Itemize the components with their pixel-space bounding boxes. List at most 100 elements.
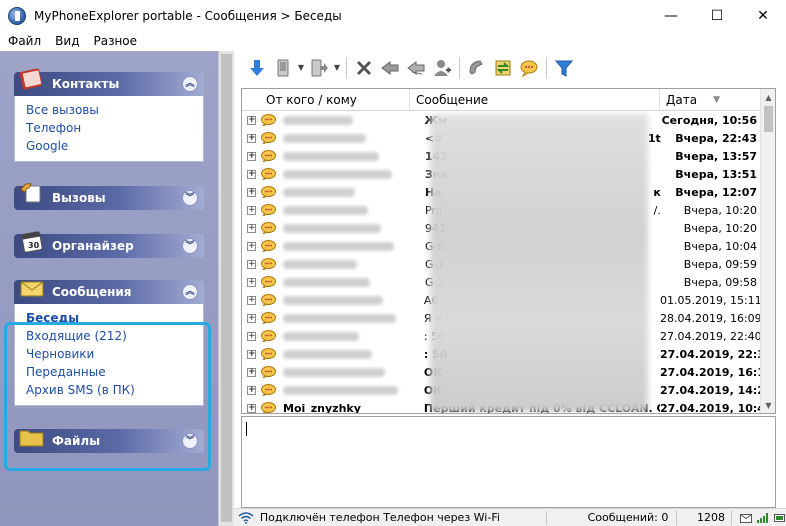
row-expander[interactable]: + [247,385,256,395]
column-header-from[interactable]: От кого / кому [242,89,410,110]
menu-view[interactable]: Вид [48,34,86,48]
group-organizer-header[interactable]: 30 Органайзер ︾ [14,231,204,258]
cell-from [276,276,419,289]
cell-from [276,384,418,397]
row-expander[interactable]: + [247,349,256,359]
delete-icon [356,60,372,75]
row-expander[interactable]: + [247,295,256,305]
cell-date: 28.04.2019, 16:09 [660,311,761,325]
group-calls-header[interactable]: Вызовы ︾ [14,183,204,210]
message-preview-tail: /. [653,203,661,217]
call-button[interactable] [464,55,490,81]
expand-files-button[interactable]: ︾ [182,433,198,449]
reply-icon [381,60,399,75]
reply-button[interactable] [377,55,403,81]
menu-file[interactable]: Файл [0,34,48,48]
message-bubble-icon [261,348,276,362]
row-expander[interactable]: + [247,205,256,215]
row-expander[interactable]: + [247,169,256,179]
row-expander[interactable]: + [247,331,256,341]
menu-misc[interactable]: Разное [86,34,144,48]
folder-icon [19,430,44,447]
redacted-sender [283,314,396,323]
cell-date: 27.04.2019, 10:46 [660,401,761,414]
cell-from: Moi_znyzhky [283,401,361,414]
message-bubble-icon [261,294,276,308]
row-expander[interactable]: + [247,277,256,287]
cell-date: Вчера, 10:04 [683,239,758,253]
send-to-phone-button[interactable] [270,55,296,81]
group-messages-header[interactable]: Сообщения ︽ [14,280,204,304]
row-expander[interactable]: + [247,259,256,269]
group-files-header[interactable]: Файлы ︾ [14,429,204,453]
send-dropdown[interactable]: ▼ [296,63,306,72]
row-expander[interactable]: + [247,241,256,251]
delete-button[interactable] [351,55,377,81]
toolbar: ▼ ▼ [234,51,786,84]
sidebar-item-all-calls[interactable]: Все вызовы [26,101,203,119]
filter-button[interactable] [551,55,577,81]
app-phone-icon [8,6,26,25]
close-button[interactable]: ✕ [740,0,786,31]
message-bubble-icon [261,150,276,164]
redacted-sender [283,134,366,143]
forward-dropdown[interactable]: ▼ [332,63,342,72]
message-bubble-icon [261,132,276,146]
list-scrollbar-thumb[interactable] [764,106,773,132]
assign-contact-button[interactable] [429,55,455,81]
collapse-messages-button[interactable]: ︽ [182,284,198,300]
sidebar-item-sent[interactable]: Переданные [26,363,203,381]
row-expander[interactable]: + [247,151,256,161]
title-bar: MyPhoneExplorer portable - Сообщения > Б… [0,0,786,31]
new-message-button[interactable] [516,55,542,81]
group-messages: Сообщения ︽ Беседы Входящие (212) Чернов… [14,280,204,406]
navigation-scrollbar-thumb[interactable] [221,54,232,522]
reply-all-icon [407,60,425,75]
cell-from [276,204,419,217]
row-expander[interactable]: + [247,367,256,377]
group-contacts-header[interactable]: Контакты ︽ [14,68,204,96]
column-header-date[interactable]: Дата ▼ [660,89,761,110]
text-caret [246,422,247,436]
scroll-down-button[interactable]: ▼ [761,397,775,413]
sidebar-item-phone[interactable]: Телефон [26,119,203,137]
list-scrollbar[interactable]: ▲ ▼ [760,89,775,413]
download-button[interactable] [244,55,270,81]
navigation-scrollbar[interactable] [218,51,234,526]
row-expander[interactable]: + [247,187,256,197]
expand-calls-button[interactable]: ︾ [182,190,198,206]
maximize-button[interactable]: ☐ [694,0,740,31]
reply-all-button[interactable] [403,55,429,81]
cell-from [276,312,418,325]
sidebar-item-inbox[interactable]: Входящие (212) [26,327,203,345]
redacted-sender [283,224,381,233]
message-bubble-icon [261,204,276,218]
connection-status: Подключён телефон Телефон через Wi-Fi [259,511,500,524]
cell-from [276,294,418,307]
cell-from [276,222,419,235]
column-header-message[interactable]: Сообщение [410,89,660,110]
signal-icon [757,512,769,523]
message-bubble-icon [261,240,276,254]
collapse-contacts-button[interactable]: ︽ [182,76,198,92]
scroll-up-button[interactable]: ▲ [761,89,775,105]
minimize-button[interactable]: — [648,0,694,31]
toolbar-separator [546,56,547,79]
row-expander[interactable]: + [247,403,256,413]
sidebar-item-google[interactable]: Google [26,137,203,155]
sidebar-item-sms-archive[interactable]: Архив SMS (в ПК) [26,381,203,399]
cell-date: 01.05.2019, 15:11 [660,293,761,307]
sidebar-item-conversations[interactable]: Беседы [26,309,203,327]
envelope-icon [20,281,44,297]
row-expander[interactable]: + [247,133,256,143]
message-preview-pane[interactable] [241,416,776,508]
sidebar-item-drafts[interactable]: Черновики [26,345,203,363]
forward-button[interactable] [306,55,332,81]
row-expander[interactable]: + [247,313,256,323]
row-expander[interactable]: + [247,115,256,125]
sync-button[interactable] [490,55,516,81]
total-count-status: 1208 [697,511,726,524]
row-expander[interactable]: + [247,223,256,233]
expand-organizer-button[interactable]: ︾ [182,238,198,254]
cell-date: Вчера, 13:57 [675,149,758,163]
